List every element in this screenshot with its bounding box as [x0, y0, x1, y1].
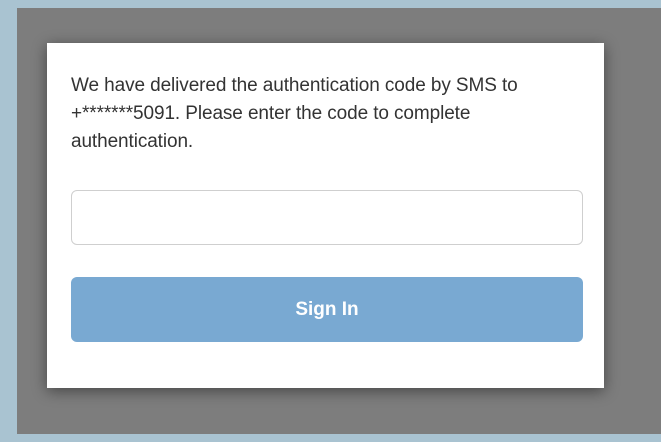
- authentication-code-input[interactable]: [71, 190, 583, 245]
- sms-code-message: We have delivered the authentication cod…: [71, 75, 518, 152]
- modal-backdrop: We have delivered the authentication cod…: [17, 8, 661, 434]
- sms-verification-dialog: We have delivered the authentication cod…: [47, 43, 604, 388]
- sign-in-button[interactable]: Sign In: [71, 277, 583, 342]
